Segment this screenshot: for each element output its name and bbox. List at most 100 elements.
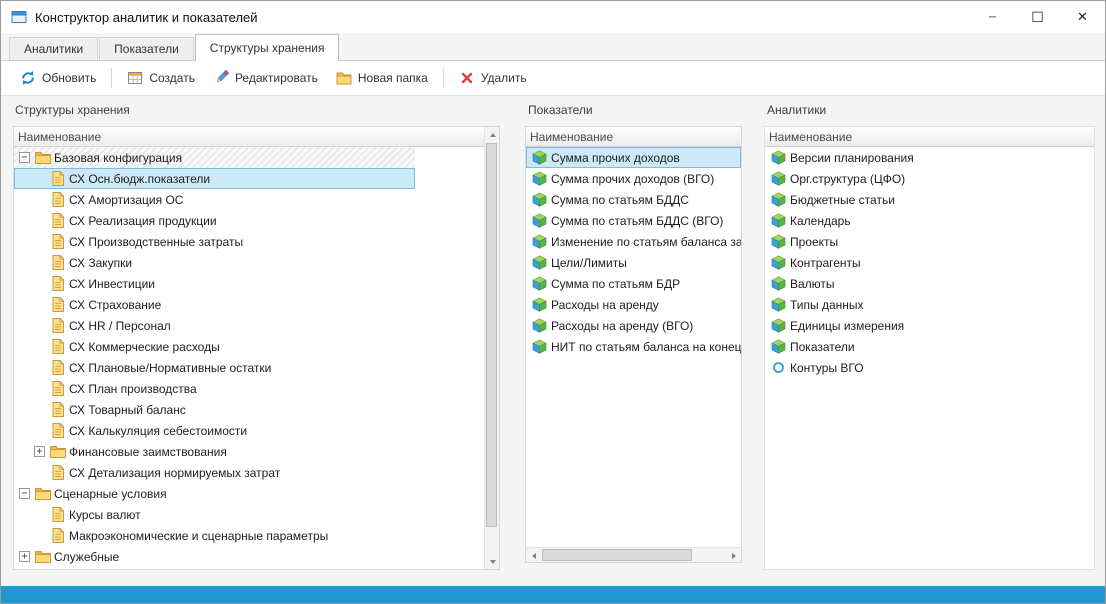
tree-item[interactable]: СХ Закупки [14, 252, 415, 273]
analytics-list-item[interactable]: Контрагенты [765, 252, 1094, 273]
refresh-button[interactable]: Обновить [11, 65, 105, 91]
cube-icon [531, 213, 548, 228]
scroll-right-button[interactable] [726, 548, 741, 563]
cube-icon [531, 297, 548, 312]
tree-item[interactable]: СХ Коммерческие расходы [14, 336, 415, 357]
tree-item[interactable]: СХ Инвестиции [14, 273, 415, 294]
analytics-label: Показатели [790, 340, 855, 354]
tree-item[interactable]: СХ Производственные затраты [14, 231, 415, 252]
analytics-label: Контуры ВГО [790, 361, 864, 375]
tree-item[interactable]: −Базовая конфигурация [14, 147, 415, 168]
folder-icon [49, 445, 66, 458]
cube-icon [531, 171, 548, 186]
analytics-list-item[interactable]: Бюджетные статьи [765, 189, 1094, 210]
cube-icon [770, 192, 787, 207]
tree-item-label: СХ Закупки [69, 256, 132, 270]
tree-item-label: СХ Страхование [69, 298, 161, 312]
cube-icon [770, 318, 787, 333]
create-button[interactable]: Создать [118, 65, 204, 91]
app-window: Конструктор аналитик и показателей ─ ☐ ✕… [0, 0, 1106, 604]
delete-label: Удалить [481, 71, 527, 85]
tree-item[interactable]: Курсы валют [14, 504, 415, 525]
indicator-list-item[interactable]: Сумма прочих доходов (ВГО) [526, 168, 741, 189]
tree-item[interactable]: СХ Амортизация ОС [14, 189, 415, 210]
tree-item[interactable]: Макроэкономические и сценарные параметры [14, 525, 415, 546]
tree-item[interactable]: СХ HR / Персонал [14, 315, 415, 336]
expander-minus-icon[interactable]: − [19, 152, 30, 163]
indicator-label: Сумма по статьям БДДС [551, 193, 689, 207]
tree-item[interactable]: СХ Плановые/Нормативные остатки [14, 357, 415, 378]
indicator-list-item[interactable]: Расходы на аренду [526, 294, 741, 315]
cube-icon [531, 192, 548, 207]
tree-item[interactable]: СХ Детализация нормируемых затрат [14, 462, 415, 483]
document-icon [49, 402, 66, 417]
analytics-list-item[interactable]: Единицы измерения [765, 315, 1094, 336]
scroll-left-button[interactable] [526, 548, 541, 563]
tree-item-label: СХ Калькуляция себестоимости [69, 424, 247, 438]
tree-item[interactable]: СХ План производства [14, 378, 415, 399]
tree-item[interactable]: − Сценарные условия [14, 483, 415, 504]
new-folder-label: Новая папка [358, 71, 428, 85]
indicator-label: Расходы на аренду [551, 298, 659, 312]
horizontal-scrollbar-thumb[interactable] [542, 549, 692, 561]
tree-item[interactable]: СХ Страхование [14, 294, 415, 315]
indicators-panel-title: Показатели [528, 103, 593, 117]
minimize-button[interactable]: ─ [970, 1, 1015, 33]
indicator-list-item[interactable]: Сумма по статьям БДР [526, 273, 741, 294]
indicators-column-header[interactable]: Наименование [526, 127, 741, 147]
indicator-list-item[interactable]: Расходы на аренду (ВГО) [526, 315, 741, 336]
refresh-label: Обновить [42, 71, 96, 85]
indicator-label: Изменение по статьям баланса за п [551, 235, 741, 249]
analytics-list-item[interactable]: Календарь [765, 210, 1094, 231]
tab-indicators[interactable]: Показатели [99, 37, 194, 60]
tab-analytics[interactable]: Аналитики [9, 37, 98, 60]
cube-icon [770, 297, 787, 312]
indicator-list-item[interactable]: Сумма по статьям БДДС (ВГО) [526, 210, 741, 231]
scroll-up-button[interactable] [485, 127, 500, 142]
new-folder-button[interactable]: Новая папка [327, 65, 437, 91]
tree-item[interactable]: +Служебные [14, 546, 415, 567]
indicator-list-item[interactable]: Сумма по статьям БДДС [526, 189, 741, 210]
vertical-scrollbar-thumb[interactable] [486, 143, 497, 527]
triangle-left-icon [532, 553, 536, 559]
document-icon [49, 213, 66, 228]
storage-vertical-scrollbar[interactable] [484, 127, 499, 569]
edit-label: Редактировать [235, 71, 318, 85]
tree-item[interactable]: СХ Калькуляция себестоимости [14, 420, 415, 441]
edit-button[interactable]: Редактировать [204, 65, 327, 91]
tree-item[interactable]: +Финансовые заимствования [14, 441, 415, 462]
expander-minus-icon[interactable]: − [19, 488, 30, 499]
analytics-list-item[interactable]: Валюты [765, 273, 1094, 294]
maximize-button[interactable]: ☐ [1015, 1, 1060, 33]
expander-plus-icon[interactable]: + [34, 446, 45, 457]
storage-column-header[interactable]: Наименование [14, 127, 484, 147]
indicators-horizontal-scrollbar[interactable] [526, 547, 741, 562]
tree-item-label: Сценарные условия [54, 487, 167, 501]
tree-item-label: СХ План производства [69, 382, 197, 396]
analytics-list-item[interactable]: Версии планирования [765, 147, 1094, 168]
analytics-column-header[interactable]: Наименование [765, 127, 1094, 147]
indicator-list-item[interactable]: НИТ по статьям баланса на конец п [526, 336, 741, 357]
tree-item[interactable]: СХ Реализация продукции [14, 210, 415, 231]
expander-plus-icon[interactable]: + [19, 551, 30, 562]
indicator-list-item[interactable]: Сумма прочих доходов [526, 147, 741, 168]
indicator-list-item[interactable]: Цели/Лимиты [526, 252, 741, 273]
document-icon [49, 528, 66, 543]
tree-item[interactable]: СХ Товарный баланс [14, 399, 415, 420]
tree-item[interactable]: СХ Осн.бюдж.показатели [14, 168, 415, 189]
indicator-list-item[interactable]: Изменение по статьям баланса за п [526, 231, 741, 252]
analytics-list-item[interactable]: Контуры ВГО [765, 357, 1094, 378]
analytics-list-item[interactable]: Орг.структура (ЦФО) [765, 168, 1094, 189]
scroll-down-button[interactable] [485, 554, 500, 569]
close-button[interactable]: ✕ [1060, 1, 1105, 33]
cube-icon [531, 150, 548, 165]
tab-storage-structures[interactable]: Структуры хранения [195, 34, 340, 61]
cube-icon [770, 171, 787, 186]
delete-button[interactable]: Удалить [450, 65, 536, 91]
analytics-panel-title: Аналитики [767, 103, 826, 117]
analytics-label: Бюджетные статьи [790, 193, 895, 207]
analytics-list-item[interactable]: Типы данных [765, 294, 1094, 315]
analytics-list-item[interactable]: Проекты [765, 231, 1094, 252]
create-label: Создать [149, 71, 195, 85]
analytics-list-item[interactable]: Показатели [765, 336, 1094, 357]
